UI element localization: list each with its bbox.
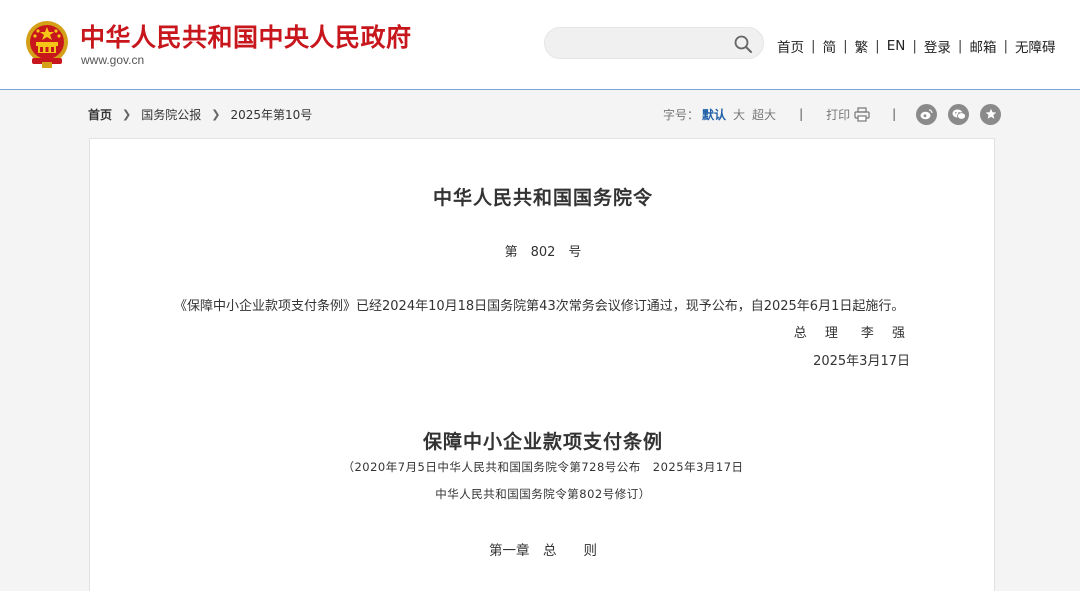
breadcrumb: 首页 ❯ 国务院公报 ❯ 2025年第10号 xyxy=(88,106,312,123)
site-header: 中华人民共和国中央人民政府 www.gov.cn 首页 | 简 | 繁 | EN… xyxy=(0,0,1080,90)
nav-separator: | xyxy=(811,38,816,54)
decree-number: 第 802 号 xyxy=(504,245,582,260)
nav-separator: | xyxy=(912,38,917,54)
nav-english[interactable]: EN xyxy=(887,38,906,54)
nav-separator: | xyxy=(843,38,848,54)
search-icon[interactable] xyxy=(733,34,753,54)
decree-body: 《保障中小企业款项支付条例》已经2024年10月18日国务院第43次常务会议修订… xyxy=(174,299,905,314)
decree-date: 2025年3月17日 xyxy=(813,354,910,369)
national-emblem-icon[interactable] xyxy=(24,20,70,70)
wechat-icon[interactable] xyxy=(948,103,970,125)
nav-separator: | xyxy=(957,38,963,54)
breadcrumb-gazette[interactable]: 国务院公报 xyxy=(141,106,201,123)
search-input[interactable] xyxy=(559,34,729,54)
top-nav: 首页 | 简 | 繁 | EN | 登录 | 邮箱 | 无障碍 xyxy=(777,36,1056,56)
regulation-title: 保障中小企业款项支付条例 xyxy=(422,431,663,453)
decree-title: 中华人民共和国国务院令 xyxy=(432,187,653,209)
chevron-right-icon: ❯ xyxy=(122,108,132,121)
nav-mail[interactable]: 邮箱 xyxy=(969,36,996,56)
regulation-note-line2: 中华人民共和国国务院令第802号修订） xyxy=(435,487,651,501)
nav-home[interactable]: 首页 xyxy=(777,36,804,56)
print-label: 打印 xyxy=(826,107,851,122)
article-content: 中华人民共和国国务院令 第 802 号 《保障中小企业款项支付条例》已经2024… xyxy=(89,138,995,591)
nav-separator: | xyxy=(875,38,880,54)
font-size-xlarge[interactable]: 超大 xyxy=(752,106,776,123)
regulation-note-line1: （2020年7月5日中华人民共和国国务院令第728号公布 2025年3月17日 xyxy=(342,460,744,474)
nav-login[interactable]: 登录 xyxy=(924,36,951,56)
nav-simplified[interactable]: 简 xyxy=(823,36,837,56)
search-box[interactable] xyxy=(544,27,764,59)
tools-divider: | xyxy=(799,107,804,121)
font-size-default[interactable]: 默认 xyxy=(702,106,726,123)
breadcrumb-issue[interactable]: 2025年第10号 xyxy=(230,106,312,123)
font-size-large[interactable]: 大 xyxy=(733,106,745,123)
site-url[interactable]: www.gov.cn xyxy=(81,53,144,67)
favorite-icon[interactable] xyxy=(980,103,1002,125)
site-title[interactable]: 中华人民共和国中央人民政府 xyxy=(80,18,412,54)
printer-icon xyxy=(854,106,870,122)
nav-traditional[interactable]: 繁 xyxy=(855,36,869,56)
article-tools: 字号： 默认 大 超大 | 打印 | xyxy=(663,103,1002,125)
tools-divider: | xyxy=(892,107,897,121)
chevron-right-icon: ❯ xyxy=(211,108,221,121)
chapter-heading: 第一章 总 则 xyxy=(489,543,597,559)
breadcrumb-home[interactable]: 首页 xyxy=(88,106,112,123)
print-button[interactable]: 打印 xyxy=(826,106,870,123)
breadcrumb-bar: 首页 ❯ 国务院公报 ❯ 2025年第10号 字号： 默认 大 超大 | 打印 … xyxy=(0,91,1080,137)
decree-signer: 总 理 李 强 xyxy=(793,326,910,341)
font-size-label: 字号： xyxy=(663,107,700,122)
nav-accessibility[interactable]: 无障碍 xyxy=(1015,36,1056,56)
nav-separator: | xyxy=(1003,38,1009,54)
weibo-icon[interactable] xyxy=(916,103,938,125)
